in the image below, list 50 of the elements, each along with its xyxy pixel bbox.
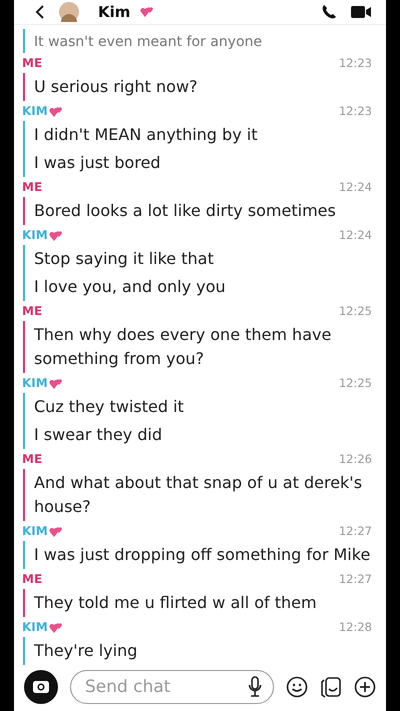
sender-name: ME [22,304,42,318]
message-time: 12:23 [338,56,372,70]
smiley-icon[interactable] [286,676,308,698]
message-time: 12:25 [338,304,372,318]
sender-name: KIM [22,524,48,538]
sender-name: ME [22,572,42,586]
message-text: U serious right now? [34,77,198,96]
contact-name: Kim [98,3,130,21]
microphone-icon[interactable] [248,676,262,698]
message-text: I didn't MEAN anything by it [34,125,258,144]
message-text: I swear they did [34,425,162,444]
message-text: I love you, and only you [34,277,226,296]
message-time: 12:27 [338,524,372,538]
message-time: 12:26 [338,452,372,466]
sticker-icon[interactable] [320,676,342,698]
camera-button[interactable] [24,670,58,704]
sender-name: KIM [22,228,48,242]
message-text: And what about that snap of u at derek's house? [34,473,362,516]
sender-name: ME [22,180,42,194]
avatar[interactable] [56,2,82,22]
message-time: 12:23 [338,104,372,118]
hearts-icon [48,228,63,242]
hearts-icon [48,104,63,118]
hearts-icon [140,5,154,19]
hearts-icon [48,524,63,538]
message-text: It wasn't even meant for anyone [34,34,262,50]
back-icon[interactable] [34,5,46,19]
sender-name: ME [22,452,42,466]
message-time: 12:25 [338,376,372,390]
message-text: Stop saying it like that [34,249,214,268]
hearts-icon [48,376,63,390]
hearts-icon [48,620,63,634]
sender-name: ME [22,56,42,70]
message-text: Cuz they twisted it [34,397,184,416]
message-text: I was just dropping off something for Mike [34,545,370,564]
message-text: They told me u flirted w all of them [34,593,317,612]
sender-name: KIM [22,104,48,118]
message-time: 12:27 [338,572,372,586]
chat-input[interactable]: Send chat [70,670,274,704]
message-time: 12:24 [338,228,372,242]
sender-name: KIM [22,376,48,390]
message-text: Bored looks a lot like dirty sometimes [34,201,336,220]
message-time: 12:28 [338,620,372,634]
message-text: I was just bored [34,153,161,172]
sender-name: KIM [22,620,48,634]
message-text: Then why does every one them have something from you? [34,325,332,368]
plus-icon[interactable] [354,676,376,698]
video-camera-icon[interactable] [350,4,372,20]
message-time: 12:24 [338,180,372,194]
message-text: They're lying [34,641,138,660]
